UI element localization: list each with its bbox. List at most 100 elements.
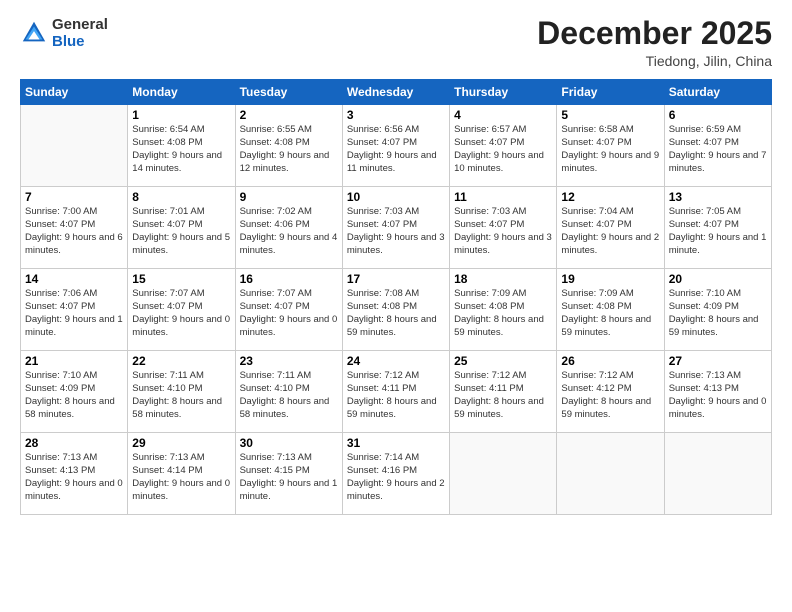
week-row: 21Sunrise: 7:10 AMSunset: 4:09 PMDayligh…	[21, 351, 772, 433]
weekday-header-thursday: Thursday	[450, 80, 557, 105]
day-number: 9	[240, 190, 338, 204]
calendar-cell: 31 Sunrise: 7:14 AMSunset: 4:16 PMDayligh…	[342, 433, 449, 515]
logo-icon	[20, 19, 48, 47]
calendar-cell: 10 Sunrise: 7:03 AMSunset: 4:07 PMDayligh…	[342, 187, 449, 269]
day-number: 18	[454, 272, 552, 286]
calendar-page: General Blue December 2025 Tiedong, Jili…	[0, 0, 792, 612]
day-info: Sunrise: 7:14 AMSunset: 4:16 PMDaylight:…	[347, 452, 445, 503]
month-title: December 2025	[537, 16, 772, 51]
logo-blue: Blue	[52, 33, 85, 50]
day-info: Sunrise: 7:11 AMSunset: 4:10 PMDaylight:…	[240, 370, 338, 421]
day-number: 21	[25, 354, 123, 368]
day-info: Sunrise: 7:03 AMSunset: 4:07 PMDaylight:…	[347, 206, 445, 257]
weekday-header-wednesday: Wednesday	[342, 80, 449, 105]
day-number: 25	[454, 354, 552, 368]
day-info: Sunrise: 6:59 AMSunset: 4:07 PMDaylight:…	[669, 124, 767, 175]
calendar-cell	[450, 433, 557, 515]
day-number: 24	[347, 354, 445, 368]
calendar-cell: 20Sunrise: 7:10 AMSunset: 4:09 PMDayligh…	[664, 269, 771, 351]
day-info: Sunrise: 6:56 AMSunset: 4:07 PMDaylight:…	[347, 124, 445, 175]
day-number: 2	[240, 108, 338, 122]
calendar-cell: 25 Sunrise: 7:12 AMSunset: 4:11 PMDayligh…	[450, 351, 557, 433]
day-info: Sunrise: 6:55 AMSunset: 4:08 PMDaylight:…	[240, 124, 338, 175]
day-number: 23	[240, 354, 338, 368]
calendar-cell: 22Sunrise: 7:11 AMSunset: 4:10 PMDayligh…	[128, 351, 235, 433]
calendar-cell: 26 Sunrise: 7:12 AMSunset: 4:12 PMDayligh…	[557, 351, 664, 433]
calendar-cell: 11Sunrise: 7:03 AMSunset: 4:07 PMDayligh…	[450, 187, 557, 269]
calendar-cell: 15 Sunrise: 7:07 AMSunset: 4:07 PMDayligh…	[128, 269, 235, 351]
calendar-cell: 16 Sunrise: 7:07 AMSunset: 4:07 PMDayligh…	[235, 269, 342, 351]
day-info: Sunrise: 7:09 AMSunset: 4:08 PMDaylight:…	[561, 288, 659, 339]
day-number: 26	[561, 354, 659, 368]
page-header: General Blue December 2025 Tiedong, Jili…	[20, 16, 772, 69]
day-number: 3	[347, 108, 445, 122]
day-number: 29	[132, 436, 230, 450]
day-number: 11	[454, 190, 552, 204]
day-info: Sunrise: 7:01 AMSunset: 4:07 PMDaylight:…	[132, 206, 230, 257]
calendar-cell: 24 Sunrise: 7:12 AMSunset: 4:11 PMDayligh…	[342, 351, 449, 433]
day-number: 19	[561, 272, 659, 286]
calendar-cell: 13Sunrise: 7:05 AMSunset: 4:07 PMDayligh…	[664, 187, 771, 269]
day-number: 10	[347, 190, 445, 204]
day-info: Sunrise: 7:13 AMSunset: 4:13 PMDaylight:…	[669, 370, 767, 421]
day-info: Sunrise: 7:07 AMSunset: 4:07 PMDaylight:…	[240, 288, 338, 339]
calendar-cell: 6Sunrise: 6:59 AMSunset: 4:07 PMDaylight…	[664, 105, 771, 187]
weekday-header-saturday: Saturday	[664, 80, 771, 105]
calendar-cell: 29 Sunrise: 7:13 AMSunset: 4:14 PMDayligh…	[128, 433, 235, 515]
day-number: 16	[240, 272, 338, 286]
week-row: 28 Sunrise: 7:13 AMSunset: 4:13 PMDayligh…	[21, 433, 772, 515]
day-info: Sunrise: 7:07 AMSunset: 4:07 PMDaylight:…	[132, 288, 230, 339]
day-info: Sunrise: 7:00 AMSunset: 4:07 PMDaylight:…	[25, 206, 123, 257]
day-info: Sunrise: 7:08 AMSunset: 4:08 PMDaylight:…	[347, 288, 445, 339]
day-info: Sunrise: 7:10 AMSunset: 4:09 PMDaylight:…	[669, 288, 767, 339]
calendar-header: SundayMondayTuesdayWednesdayThursdayFrid…	[21, 80, 772, 105]
calendar-cell: 18 Sunrise: 7:09 AMSunset: 4:08 PMDayligh…	[450, 269, 557, 351]
calendar-cell: 1Sunrise: 6:54 AMSunset: 4:08 PMDaylight…	[128, 105, 235, 187]
day-info: Sunrise: 6:58 AMSunset: 4:07 PMDaylight:…	[561, 124, 659, 175]
day-number: 17	[347, 272, 445, 286]
calendar-table: SundayMondayTuesdayWednesdayThursdayFrid…	[20, 79, 772, 515]
day-number: 14	[25, 272, 123, 286]
calendar-cell: 30 Sunrise: 7:13 AMSunset: 4:15 PMDayligh…	[235, 433, 342, 515]
day-info: Sunrise: 7:13 AMSunset: 4:15 PMDaylight:…	[240, 452, 338, 503]
weekday-header-monday: Monday	[128, 80, 235, 105]
day-number: 5	[561, 108, 659, 122]
day-info: Sunrise: 7:12 AMSunset: 4:12 PMDaylight:…	[561, 370, 659, 421]
week-row: 7Sunrise: 7:00 AMSunset: 4:07 PMDaylight…	[21, 187, 772, 269]
weekday-header-tuesday: Tuesday	[235, 80, 342, 105]
weekday-header-friday: Friday	[557, 80, 664, 105]
day-info: Sunrise: 6:54 AMSunset: 4:08 PMDaylight:…	[132, 124, 230, 175]
calendar-cell: 28 Sunrise: 7:13 AMSunset: 4:13 PMDayligh…	[21, 433, 128, 515]
location: Tiedong, Jilin, China	[537, 53, 772, 69]
calendar-body: 1Sunrise: 6:54 AMSunset: 4:08 PMDaylight…	[21, 105, 772, 515]
day-info: Sunrise: 7:04 AMSunset: 4:07 PMDaylight:…	[561, 206, 659, 257]
calendar-cell	[21, 105, 128, 187]
weekday-header-sunday: Sunday	[21, 80, 128, 105]
calendar-cell: 12Sunrise: 7:04 AMSunset: 4:07 PMDayligh…	[557, 187, 664, 269]
calendar-cell: 2 Sunrise: 6:55 AMSunset: 4:08 PMDaylight…	[235, 105, 342, 187]
day-number: 31	[347, 436, 445, 450]
day-number: 22	[132, 354, 230, 368]
day-info: Sunrise: 7:09 AMSunset: 4:08 PMDaylight:…	[454, 288, 552, 339]
day-number: 8	[132, 190, 230, 204]
day-info: Sunrise: 7:13 AMSunset: 4:13 PMDaylight:…	[25, 452, 123, 503]
day-number: 30	[240, 436, 338, 450]
day-info: Sunrise: 7:12 AMSunset: 4:11 PMDaylight:…	[454, 370, 552, 421]
calendar-cell: 19 Sunrise: 7:09 AMSunset: 4:08 PMDayligh…	[557, 269, 664, 351]
day-number: 15	[132, 272, 230, 286]
calendar-cell: 5 Sunrise: 6:58 AMSunset: 4:07 PMDaylight…	[557, 105, 664, 187]
calendar-cell: 4Sunrise: 6:57 AMSunset: 4:07 PMDaylight…	[450, 105, 557, 187]
day-info: Sunrise: 7:13 AMSunset: 4:14 PMDaylight:…	[132, 452, 230, 503]
calendar-cell: 8 Sunrise: 7:01 AMSunset: 4:07 PMDaylight…	[128, 187, 235, 269]
calendar-cell: 14 Sunrise: 7:06 AMSunset: 4:07 PMDayligh…	[21, 269, 128, 351]
day-info: Sunrise: 7:02 AMSunset: 4:06 PMDaylight:…	[240, 206, 338, 257]
day-number: 28	[25, 436, 123, 450]
title-block: December 2025 Tiedong, Jilin, China	[537, 16, 772, 69]
calendar-cell: 17 Sunrise: 7:08 AMSunset: 4:08 PMDayligh…	[342, 269, 449, 351]
logo-general: General	[52, 16, 108, 33]
weekday-row: SundayMondayTuesdayWednesdayThursdayFrid…	[21, 80, 772, 105]
calendar-cell	[664, 433, 771, 515]
calendar-cell: 23 Sunrise: 7:11 AMSunset: 4:10 PMDayligh…	[235, 351, 342, 433]
day-info: Sunrise: 7:12 AMSunset: 4:11 PMDaylight:…	[347, 370, 445, 421]
day-info: Sunrise: 7:06 AMSunset: 4:07 PMDaylight:…	[25, 288, 123, 339]
